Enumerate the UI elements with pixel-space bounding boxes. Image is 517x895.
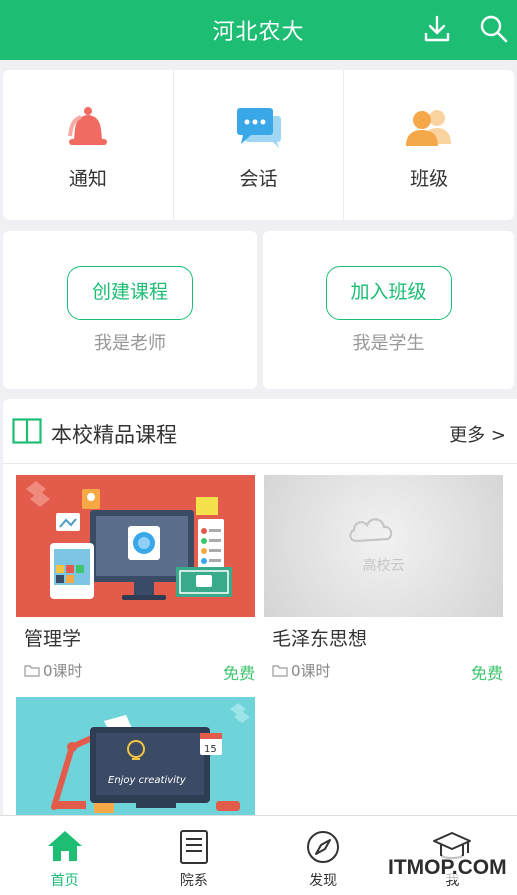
download-icon[interactable]: [421, 13, 453, 45]
course-name: 毛泽东思想: [272, 628, 368, 650]
course-thumbnail: [16, 475, 255, 617]
compass-icon: [307, 831, 340, 863]
tab-home[interactable]: 首页: [0, 816, 129, 895]
course-hours-text: 0课时: [291, 662, 331, 680]
teacher-card: 创建课程 我是老师: [3, 231, 257, 389]
course-hours-text: 0课时: [43, 662, 83, 680]
course-price: 免费: [470, 664, 503, 683]
section-header: 本校精品课程 更多 >: [3, 399, 517, 464]
desk-illustration: Enjoy creativity 15: [51, 703, 250, 813]
course-thumbnail: Enjoy creativity 15: [16, 697, 255, 817]
quick-action-label: 会话: [239, 168, 278, 190]
tab-discover[interactable]: 发现: [259, 816, 388, 895]
top-bar: 河北农大: [0, 0, 517, 60]
course-hours: 0课时: [24, 660, 83, 681]
quick-action-class[interactable]: 班级: [343, 70, 514, 220]
document-icon: [179, 830, 208, 864]
course-card[interactable]: 高校云 毛泽东思想 0课时 免费: [264, 475, 503, 683]
course-thumbnail: 高校云: [264, 475, 503, 617]
course-card[interactable]: 管理学 0课时 免费: [16, 475, 255, 683]
svg-text:15: 15: [204, 744, 217, 755]
chat-icon: [236, 108, 281, 148]
tab-label: 首页: [50, 873, 79, 889]
course-hours: 0课时: [272, 660, 331, 681]
student-card: 加入班级 我是学生: [263, 231, 514, 389]
search-icon[interactable]: [478, 13, 510, 45]
svg-text:Enjoy creativity: Enjoy creativity: [108, 775, 187, 786]
book-icon: [12, 418, 42, 444]
quick-action-notice[interactable]: 通知: [3, 70, 173, 220]
student-label: 我是学生: [352, 333, 425, 354]
section-title: 本校精品课程: [51, 423, 177, 447]
teacher-label: 我是老师: [94, 333, 166, 354]
group-icon: [406, 110, 452, 146]
tab-label: 发现: [309, 873, 338, 889]
watermark: ITMOP.COM: [386, 856, 509, 880]
quick-actions-card: 通知 会话 班级: [3, 70, 514, 220]
tab-label: 院系: [179, 873, 208, 889]
quick-action-label: 通知: [68, 168, 107, 190]
computer-illustration: [26, 481, 232, 600]
bell-icon: [67, 107, 107, 145]
course-card[interactable]: Enjoy creativity 15: [16, 697, 255, 817]
placeholder-text: 高校云: [362, 558, 405, 574]
join-class-button[interactable]: 加入班级: [325, 266, 452, 320]
bottom-tab-bar: 首页 院系 发现 我: [0, 815, 517, 895]
folder-icon: [24, 665, 40, 677]
folder-icon: [272, 665, 288, 677]
more-link[interactable]: 更多 >: [449, 421, 506, 447]
featured-courses-section: 本校精品课程 更多 > 管理学 0课时 免费 高校云 毛泽东思想 0课时 免费 …: [3, 399, 517, 819]
tab-departments[interactable]: 院系: [129, 816, 258, 895]
home-icon: [47, 831, 82, 861]
cloud-icon: [349, 518, 393, 543]
course-name: 管理学: [24, 628, 82, 650]
course-price: 免费: [222, 664, 255, 683]
quick-action-label: 班级: [410, 168, 449, 190]
quick-action-chat[interactable]: 会话: [172, 70, 344, 220]
create-course-button[interactable]: 创建课程: [67, 266, 193, 320]
